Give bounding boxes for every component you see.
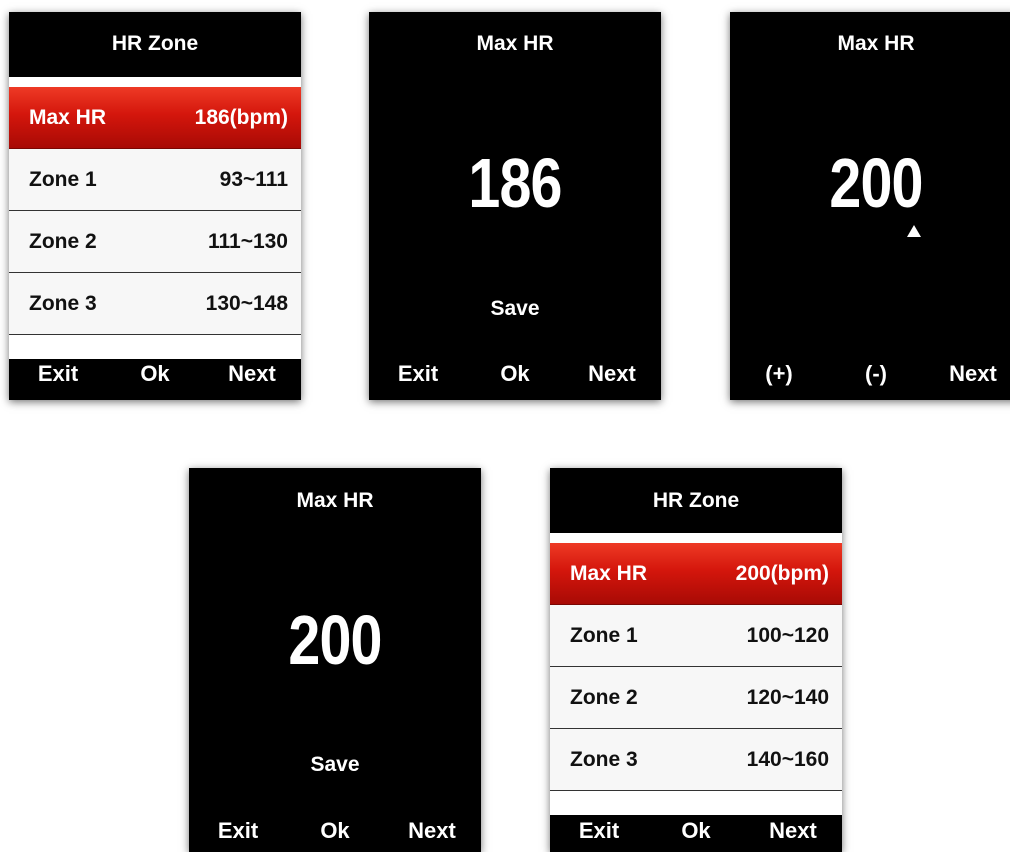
button-bar: Exit Ok Next [369,361,661,391]
row-value: 140~160 [746,747,829,771]
row-label: Zone 2 [29,229,97,253]
screen-title: Max HR [837,32,915,55]
row-value: 93~111 [219,167,288,191]
increment-button[interactable]: (+) [739,361,819,387]
zone-list: Max HR 200(bpm) Zone 1 100~120 Zone 2 12… [550,533,842,815]
list-item-zone-1[interactable]: Zone 1 100~120 [550,605,842,667]
list-item-zone-1[interactable]: Zone 1 93~111 [9,149,301,211]
screen-title: HR Zone [111,32,199,55]
exit-button[interactable]: Exit [18,361,98,387]
button-bar: Exit Ok Next [550,818,842,848]
list-item-zone-2[interactable]: Zone 2 120~140 [550,667,842,729]
exit-button[interactable]: Exit [559,818,639,844]
ok-button[interactable]: Ok [295,818,375,844]
row-label: Zone 1 [29,167,97,191]
screen-title: HR Zone [652,489,740,512]
ok-button[interactable]: Ok [656,818,736,844]
max-hr-value: 200 [829,144,923,222]
hr-zone-updated-screen: HR Zone Max HR 200(bpm) Zone 1 100~120 Z… [550,468,842,852]
row-label: Max HR [570,561,648,585]
row-label: Zone 1 [570,623,638,647]
save-label: Save [310,753,360,776]
up-triangle-icon [907,225,921,237]
list-item-max-hr[interactable]: Max HR 200(bpm) [550,543,842,605]
list-item-zone-3[interactable]: Zone 3 130~148 [9,273,301,335]
row-value: 100~120 [746,623,829,647]
row-value: 200(bpm) [735,561,829,585]
screen-title: Max HR [296,489,374,512]
hr-zone-screen: HR Zone Max HR 186(bpm) Zone 1 93~111 Zo… [9,12,301,400]
zone-list: Max HR 186(bpm) Zone 1 93~111 Zone 2 111… [9,77,301,359]
ok-button[interactable]: Ok [475,361,555,387]
row-label: Max HR [29,105,107,129]
next-button[interactable]: Next [753,818,833,844]
list-item-zone-3[interactable]: Zone 3 140~160 [550,729,842,791]
max-hr-value: 200 [288,601,382,679]
row-value: 130~148 [205,291,288,315]
row-label: Zone 3 [29,291,97,315]
list-item-max-hr[interactable]: Max HR 186(bpm) [9,87,301,149]
button-bar: Exit Ok Next [189,818,481,848]
screen-title: Max HR [476,32,554,55]
ok-button[interactable]: Ok [115,361,195,387]
save-label: Save [490,297,540,320]
next-button[interactable]: Next [392,818,472,844]
exit-button[interactable]: Exit [378,361,458,387]
decrement-button[interactable]: (-) [836,361,916,387]
next-button[interactable]: Next [572,361,652,387]
max-hr-save-screen: Max HR 200 Save Exit Ok Next [189,468,481,852]
list-item-zone-2[interactable]: Zone 2 111~130 [9,211,301,273]
row-label: Zone 3 [570,747,638,771]
button-bar: Exit Ok Next [9,361,301,391]
row-value: 120~140 [746,685,829,709]
row-label: Zone 2 [570,685,638,709]
max-hr-screen: Max HR 186 Save Exit Ok Next [369,12,661,400]
row-value: 186(bpm) [194,105,288,129]
max-hr-edit-screen: Max HR 200 (+) (-) Next [730,12,1010,400]
next-button[interactable]: Next [933,361,1010,387]
exit-button[interactable]: Exit [198,818,278,844]
button-bar: (+) (-) Next [730,361,1010,391]
next-button[interactable]: Next [212,361,292,387]
max-hr-value: 186 [468,144,562,222]
row-value: 111~130 [207,229,288,253]
